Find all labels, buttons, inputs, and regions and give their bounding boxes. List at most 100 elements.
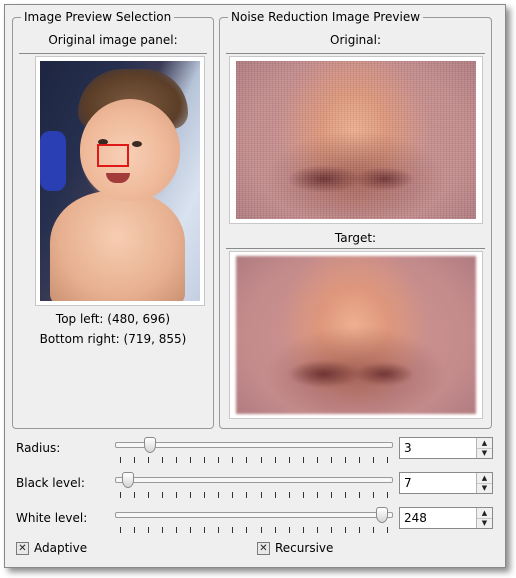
radius-slider-track[interactable] [115,437,393,453]
target-preview-frame [229,251,483,419]
slider-tick [317,492,318,498]
white-level-slider-thumb[interactable] [376,507,388,523]
black-level-slider-ticks [120,492,388,498]
slider-tick [303,492,304,498]
slider-tick [289,527,290,533]
dialog-window: Image Preview Selection Original image p… [4,4,506,568]
bottom-right-coordinates: Bottom right: (719, 855) [39,332,187,346]
slider-tick [148,492,149,498]
original-label: Original: [330,33,381,47]
noise-reduction-preview-title: Noise Reduction Image Preview [228,10,424,24]
slider-tick [275,527,276,533]
slider-tick [134,527,135,533]
slider-tick [373,527,374,533]
slider-tick [261,492,262,498]
slider-tick [218,457,219,463]
target-label: Target: [334,231,377,245]
slider-tick [204,492,205,498]
recursive-label[interactable]: Recursive [275,541,333,555]
radius-spinbox[interactable]: 3 ▲ ▼ [399,437,493,459]
black-level-slider-track[interactable] [115,472,393,488]
slider-tick [331,457,332,463]
slider-tick [246,457,247,463]
slider-tick [176,457,177,463]
black-level-value[interactable]: 7 [404,476,412,490]
slider-tick [275,492,276,498]
white-level-slider-track[interactable] [115,507,393,523]
image-preview-selection-title: Image Preview Selection [21,10,175,24]
white-level-label: White level: [16,511,88,525]
original-image-thumbnail[interactable] [40,61,200,301]
radius-label: Radius: [16,441,61,455]
radius-value[interactable]: 3 [404,441,412,455]
slider-tick [359,492,360,498]
slider-tick [162,527,163,533]
slider-tick [317,527,318,533]
slider-tick [373,492,374,498]
original-image-frame [35,56,205,306]
original-preview-frame [229,56,483,224]
white-level-value[interactable]: 248 [404,511,427,525]
adaptive-label[interactable]: Adaptive [34,541,87,555]
slider-tick [387,457,388,463]
slider-tick [359,457,360,463]
target-divider [226,248,485,249]
slider-tick [373,457,374,463]
slider-tick [246,527,247,533]
white-level-slider-ticks [120,527,388,533]
slider-tick [190,457,191,463]
black-level-spinbox[interactable]: 7 ▲ ▼ [399,472,493,494]
black-level-decrement-icon[interactable]: ▼ [477,483,492,493]
slider-tick [218,492,219,498]
radius-slider-thumb[interactable] [144,437,156,453]
photo-eye-right [132,141,142,147]
slider-tick [204,457,205,463]
radius-spin-buttons: ▲ ▼ [476,438,492,458]
slider-tick [176,527,177,533]
noise-reduction-preview-group: Noise Reduction Image Preview Original: … [219,10,492,429]
photo-bottle [40,131,66,191]
slider-tick [176,492,177,498]
white-level-spinbox[interactable]: 248 ▲ ▼ [399,507,493,529]
radius-decrement-icon[interactable]: ▼ [477,448,492,458]
slider-tick [246,492,247,498]
original-preview-image [236,61,476,219]
top-left-coordinates: Top left: (480, 696) [55,312,171,326]
slider-tick [204,527,205,533]
slider-tick [232,457,233,463]
slider-tick [261,457,262,463]
slider-tick [289,492,290,498]
slider-tick [387,527,388,533]
slider-tick [232,527,233,533]
black-level-slider-thumb[interactable] [122,472,134,488]
image-preview-selection-group: Image Preview Selection Original image p… [12,10,214,429]
slider-tick [134,492,135,498]
slider-tick [190,492,191,498]
slider-tick [331,527,332,533]
adaptive-checkbox[interactable]: ✕ [16,542,29,555]
white-level-spin-buttons: ▲ ▼ [476,508,492,528]
slider-tick [120,527,121,533]
black-level-label: Black level: [16,476,85,490]
slider-tick [162,457,163,463]
slider-tick [190,527,191,533]
slider-tick [331,492,332,498]
recursive-checkbox[interactable]: ✕ [257,542,270,555]
slider-tick [120,457,121,463]
original-divider [226,53,485,54]
slider-tick [317,457,318,463]
radius-slider-ticks [120,457,388,463]
slider-tick [303,457,304,463]
panel-divider [19,53,207,54]
slider-tick [148,457,149,463]
slider-tick [345,527,346,533]
original-image-panel-label: Original image panel: [48,33,178,47]
preview-selection-rectangle[interactable] [97,144,129,167]
slider-tick [148,527,149,533]
slider-tick [275,457,276,463]
slider-tick [232,492,233,498]
target-preview-image [236,256,476,414]
slider-tick [218,527,219,533]
slider-tick [120,492,121,498]
white-level-decrement-icon[interactable]: ▼ [477,518,492,528]
